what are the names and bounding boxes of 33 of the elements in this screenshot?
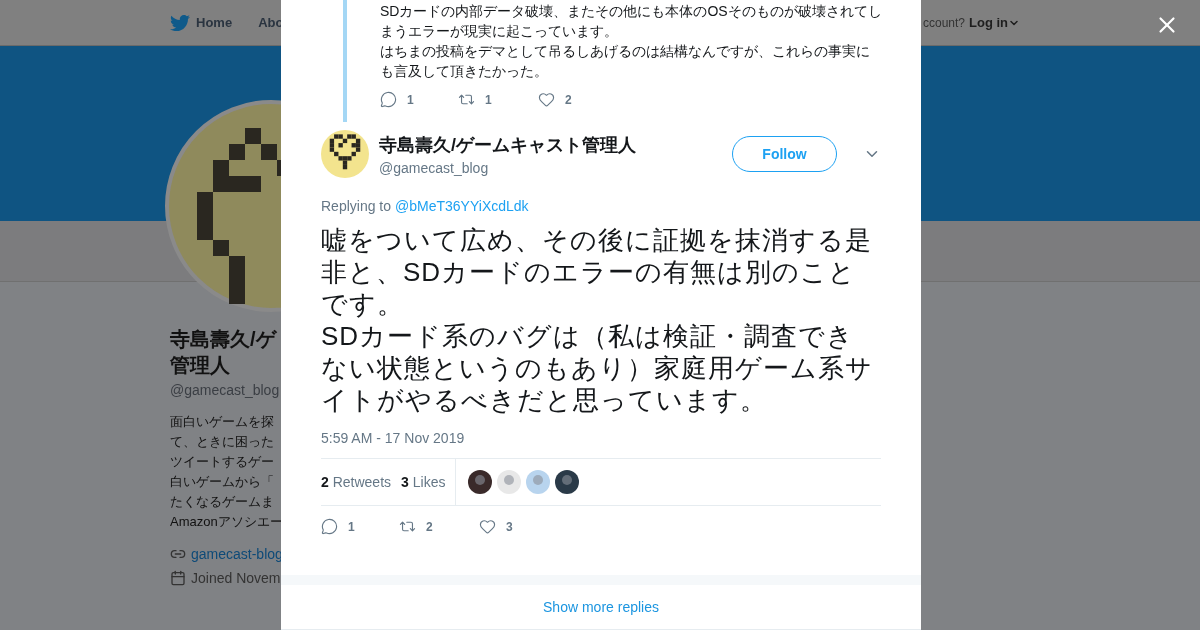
tweet-timestamp: 5:59 AM - 17 Nov 2019 (321, 430, 466, 446)
user-avatar[interactable] (468, 470, 493, 494)
mention-link[interactable]: @bMeT36YYiXcdLdk (395, 198, 529, 214)
replying-label: Replying to (321, 198, 392, 214)
follow-button[interactable]: Follow (732, 136, 837, 172)
heart-icon[interactable] (479, 518, 496, 535)
login-link[interactable]: Log in (969, 15, 1020, 30)
tweet-text: 嘘をついて広め、その後に証拠を抹消する是非と、SDカードのエラーの有無は別のことです。 SDカード系のバグは（私は検証・調査できない状態というのもあり）家庭用ゲーム系サイトがやるべきだと思っています。 (321, 224, 874, 416)
action-count: 3 (506, 519, 513, 534)
joined-date: Joined Novem (191, 570, 281, 586)
website-link[interactable]: gamecast-blog (191, 546, 283, 562)
stat-link[interactable]: 3 Likes (401, 474, 446, 490)
profile-name: 寺島壽久/ゲ 管理人 (170, 327, 276, 378)
user-name[interactable]: 寺島壽久/ゲームキャスト管理人 (379, 132, 722, 157)
action-count: 1 (348, 519, 355, 534)
bird-icon (170, 12, 190, 33)
tweet-text: SDカードの内部データ破壊、またその他にも本体のOSそのものが破壊されてし まうエラーが現実に起こっています。 はちまの投稿をデマとして吊るしあげるのは結構なんですが、これらの事実に も言及して頂きたかった。 (380, 2, 883, 81)
calendar-icon (170, 570, 186, 586)
action-count: 1 (485, 92, 492, 107)
action-count: 2 (426, 519, 433, 534)
user-handle: @gamecast_blog (379, 159, 490, 176)
show-more-link[interactable]: Show more replies (543, 598, 659, 615)
reply-icon[interactable] (321, 518, 338, 535)
user-avatar[interactable] (321, 130, 369, 178)
nav-link[interactable]: Home (170, 12, 233, 33)
action-count: 1 (407, 92, 414, 107)
stat-link[interactable]: 2 Retweets (321, 474, 392, 490)
heart-icon[interactable] (538, 91, 555, 108)
user-avatar[interactable] (555, 470, 580, 494)
action-count: 2 (565, 92, 572, 107)
reply-icon[interactable] (380, 91, 397, 108)
profile-handle: @gamecast_blog (170, 382, 280, 398)
account-prompt: ccount? (922, 15, 965, 30)
